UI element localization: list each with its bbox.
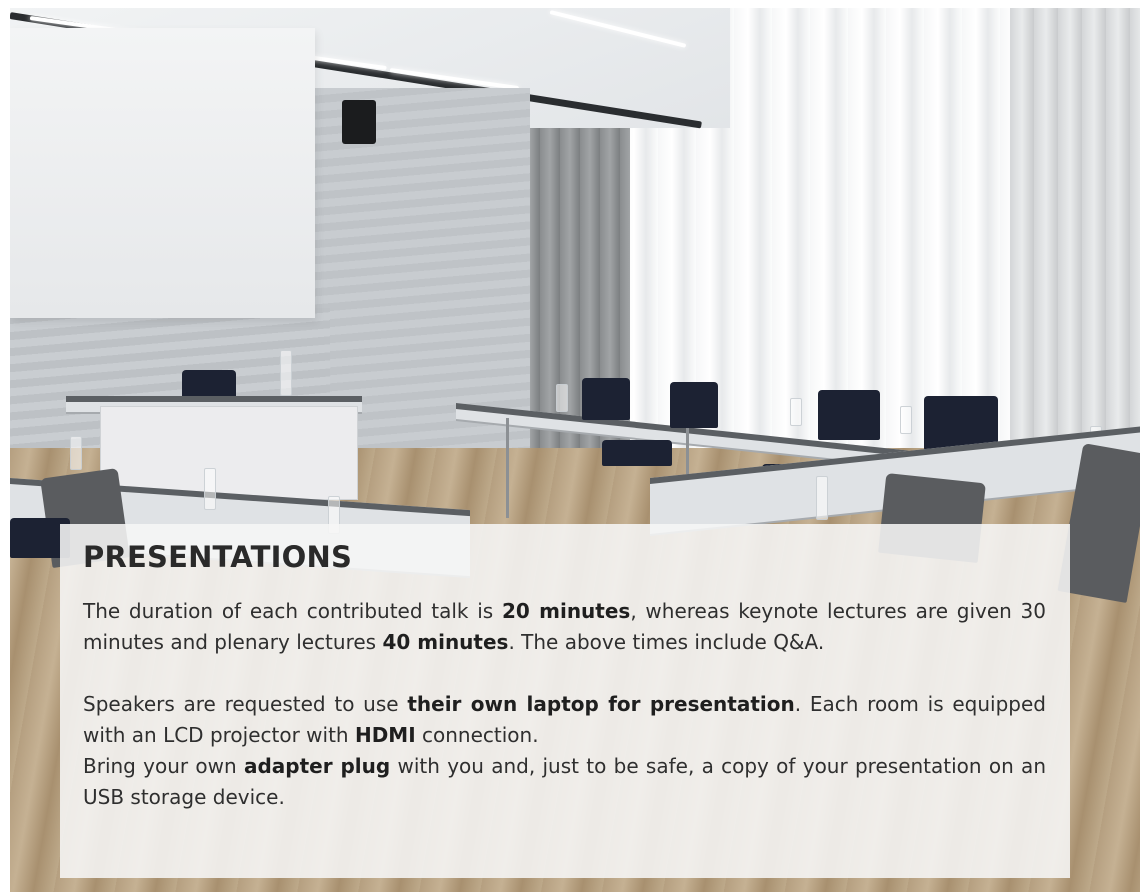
wall-speaker xyxy=(342,100,376,144)
paragraph-text: Speakers are requested to use xyxy=(83,692,408,716)
paragraph-text: Bring your own xyxy=(83,754,244,778)
projection-screen xyxy=(10,28,315,318)
chair xyxy=(582,378,630,420)
glass xyxy=(204,468,216,510)
chair-seat xyxy=(602,440,672,466)
chair xyxy=(670,382,718,428)
glass xyxy=(70,436,82,470)
glass xyxy=(556,384,568,412)
water-bottle xyxy=(280,350,292,396)
contributed-duration: 20 minutes xyxy=(501,599,631,623)
chair xyxy=(818,390,880,440)
paragraph-text: connection. xyxy=(415,723,539,747)
podium-front xyxy=(100,406,358,500)
table-leg xyxy=(506,418,509,518)
laptop-note: their own laptop for presentation xyxy=(407,692,795,716)
curtain-right xyxy=(1010,8,1140,478)
section-title: PRESENTATIONS xyxy=(83,540,353,574)
paragraph-text: The duration of each contributed talk is xyxy=(83,599,502,623)
glass xyxy=(790,398,802,426)
paragraph-text: . The above times include Q&A. xyxy=(508,630,825,654)
duration-paragraph: The duration of each contributed talk is… xyxy=(83,596,1046,658)
equipment-paragraph: Speakers are requested to use their own … xyxy=(83,689,1046,813)
plenary-duration: 40 minutes xyxy=(382,630,509,654)
glass xyxy=(900,406,912,434)
glass xyxy=(816,476,828,520)
adapter-note: adapter plug xyxy=(243,754,391,778)
hdmi-note: HDMI xyxy=(354,723,416,747)
